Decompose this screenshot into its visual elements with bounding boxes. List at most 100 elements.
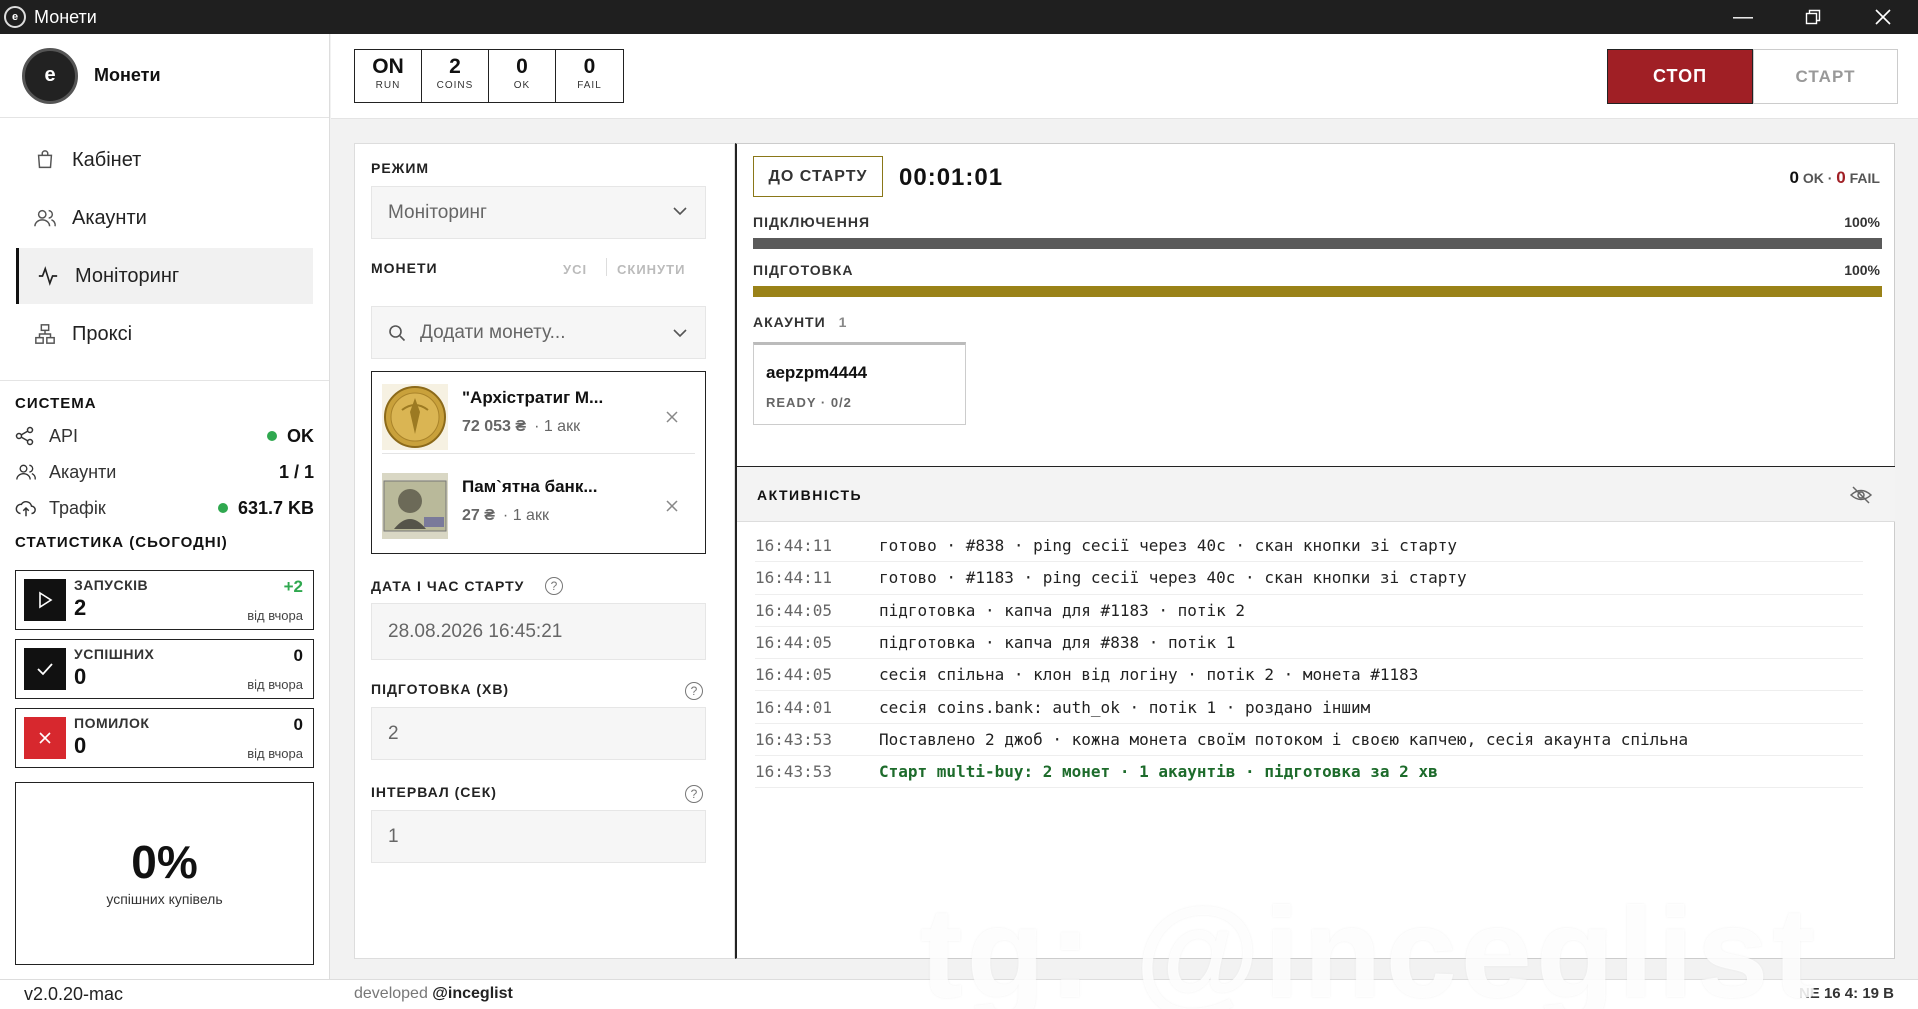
mode-select[interactable]: Моніторинг xyxy=(371,186,706,239)
fail-count: 0 xyxy=(1836,168,1846,187)
log-time: 16:44:05 xyxy=(755,600,833,620)
log-row: 16:43:53 Старт multi-buy: 2 монет · 1 ака… xyxy=(755,756,1863,789)
help-icon[interactable]: ? xyxy=(685,785,703,803)
account-username: aepzpm4444 xyxy=(766,363,868,382)
log-row: 16:43:53 Поставлено 2 джоб · кожна монета… xyxy=(755,724,1863,757)
stat-label: УСПІШНИХ xyxy=(74,646,155,662)
stat-since: від вчора xyxy=(247,746,303,761)
search-icon xyxy=(389,325,406,342)
maximize-button[interactable] xyxy=(1778,0,1848,34)
coin-search-input[interactable]: Додати монету... xyxy=(371,306,706,359)
list-item: "Архістратиг М... 72 053 ₴ · 1 акк xyxy=(382,374,695,454)
ok-count: 0 xyxy=(1789,168,1799,187)
network-icon xyxy=(32,321,58,347)
account-card[interactable]: aepzpm4444 READY · 0/2 xyxy=(753,342,966,425)
nav-item-monitoring[interactable]: Моніторинг xyxy=(16,248,313,304)
nav-item-accounts[interactable]: Акаунти xyxy=(16,190,313,246)
close-button[interactable] xyxy=(1848,0,1918,34)
stat-card-errors: ПОМИЛОК 0 0 від вчора xyxy=(15,708,314,768)
counter-fail: 0 FAIL xyxy=(556,50,623,102)
cart-icon xyxy=(32,147,58,173)
brand-logo: e xyxy=(22,47,78,104)
log-time: 16:44:05 xyxy=(755,665,833,685)
counter-value: 0 xyxy=(583,55,596,78)
system-api-label: API xyxy=(49,425,79,446)
system-api-row: API OK xyxy=(0,418,329,454)
coin-price: 27 ₴ · 1 акк xyxy=(462,507,549,525)
log-row: 16:44:05 підготовка · капча для #1183 · п… xyxy=(755,595,1863,627)
success-rate-value: 0% xyxy=(131,836,198,888)
coins-label: МОНЕТИ xyxy=(371,260,438,276)
stats-title: СТАТИСТИКА (СЬОГОДНІ) xyxy=(15,534,228,551)
api-status-text: OK xyxy=(287,425,314,446)
users-icon xyxy=(32,205,58,231)
nav-item-proxy[interactable]: Проксі xyxy=(16,306,313,362)
share-icon xyxy=(15,426,37,446)
log-message: підготовка · капча для #838 · потік 1 xyxy=(879,633,1236,653)
system-traffic-row: Трафік 631.7 KB xyxy=(0,490,329,526)
developed-text: developed xyxy=(354,985,428,1002)
accounts-section-label: АКАУНТИ 1 xyxy=(753,314,847,330)
counter-ok: 0 OK xyxy=(489,50,556,102)
ok-fail-summary: 0 OK · 0 FAIL xyxy=(1789,168,1880,187)
eye-off-icon[interactable] xyxy=(1849,483,1873,507)
logo-mark: e xyxy=(44,64,56,86)
counter-coins: 2 COINS xyxy=(422,50,489,102)
countdown-timer: 00:01:01 xyxy=(899,164,1004,191)
interval-input[interactable]: 1 xyxy=(371,810,706,863)
nav-item-cabinet[interactable]: Кабінет xyxy=(16,132,313,188)
counter-value: 0 xyxy=(516,55,528,78)
accounts-count: 1 xyxy=(838,314,848,330)
counter-value: ON xyxy=(372,55,404,78)
banknote-image-icon xyxy=(382,473,448,539)
developer-handle[interactable]: @inceglist xyxy=(432,985,513,1002)
log-message: Старт multi-buy: 2 монет · 1 акаунтів · … xyxy=(879,762,1438,782)
status-dot xyxy=(267,431,277,441)
footer: v2.0.20-mac developed @inceglist NE 16 4… xyxy=(0,979,1918,1009)
chevron-down-icon xyxy=(673,329,687,338)
counter-value: 2 xyxy=(449,55,461,78)
log-time: 16:43:53 xyxy=(755,762,833,782)
connection-percent: 100% xyxy=(1844,214,1880,230)
system-traffic-label: Трафік xyxy=(49,497,106,518)
window-titlebar: e Монети — xyxy=(0,0,1918,34)
stat-label: ПОМИЛОК xyxy=(74,715,150,731)
system-accounts-label: Акаунти xyxy=(49,461,117,482)
coin-price: 72 053 ₴ · 1 акк xyxy=(462,418,580,436)
developer-credit: developed @inceglist xyxy=(354,985,513,1003)
stat-since: від вчора xyxy=(247,677,303,692)
coin-image-icon xyxy=(382,384,448,450)
play-icon xyxy=(24,579,66,621)
coin-accounts: · 1 акк xyxy=(502,507,549,524)
coins-reset-button[interactable]: СКИНУТИ xyxy=(617,262,685,277)
stat-since: від вчора xyxy=(247,608,303,623)
coins-all-button[interactable]: УСІ xyxy=(563,262,587,277)
prep-value: 2 xyxy=(388,722,399,744)
traffic-text: 631.7 KB xyxy=(237,497,314,518)
version: v2.0.20-mac xyxy=(24,984,124,1004)
ok-label: OK xyxy=(1802,170,1824,186)
nav-label: Кабінет xyxy=(72,148,142,171)
remove-coin-button[interactable] xyxy=(665,497,679,518)
log-row: 16:44:11 готово · #1183 · ping сесії чере… xyxy=(755,562,1863,595)
close-icon xyxy=(1875,9,1891,25)
log-message: сесія coins.bank: auth_ok · потік 1 · ро… xyxy=(879,697,1371,717)
prep-input[interactable]: 2 xyxy=(371,707,706,760)
activity-title: АКТИВНІСТЬ xyxy=(757,487,863,503)
start-button[interactable]: СТАРТ xyxy=(1753,49,1898,104)
coin-name: "Архістратиг М... xyxy=(462,388,604,407)
config-panel: РЕЖИМ Моніторинг МОНЕТИ УСІ СКИНУТИ Дода… xyxy=(354,143,735,959)
nav-label: Акаунти xyxy=(72,206,147,229)
help-icon[interactable]: ? xyxy=(545,577,563,595)
minimize-button[interactable]: — xyxy=(1708,0,1778,34)
remove-coin-button[interactable] xyxy=(665,408,679,429)
log-message: готово · #1183 · ping сесії через 40с · … xyxy=(879,568,1467,588)
start-datetime-input[interactable]: 28.08.2026 16:45:21 xyxy=(371,603,706,660)
help-icon[interactable]: ? xyxy=(685,682,703,700)
nav: Кабінет Акаунти Моніторинг Проксі xyxy=(0,118,329,381)
success-rate-label: успішних купівель xyxy=(106,891,223,907)
mode-label: РЕЖИМ xyxy=(371,160,430,176)
stat-delta: +2 xyxy=(283,577,303,596)
prep-label: ПІДГОТОВКА (ХВ) xyxy=(371,681,510,697)
stop-button[interactable]: СТОП xyxy=(1607,49,1753,104)
